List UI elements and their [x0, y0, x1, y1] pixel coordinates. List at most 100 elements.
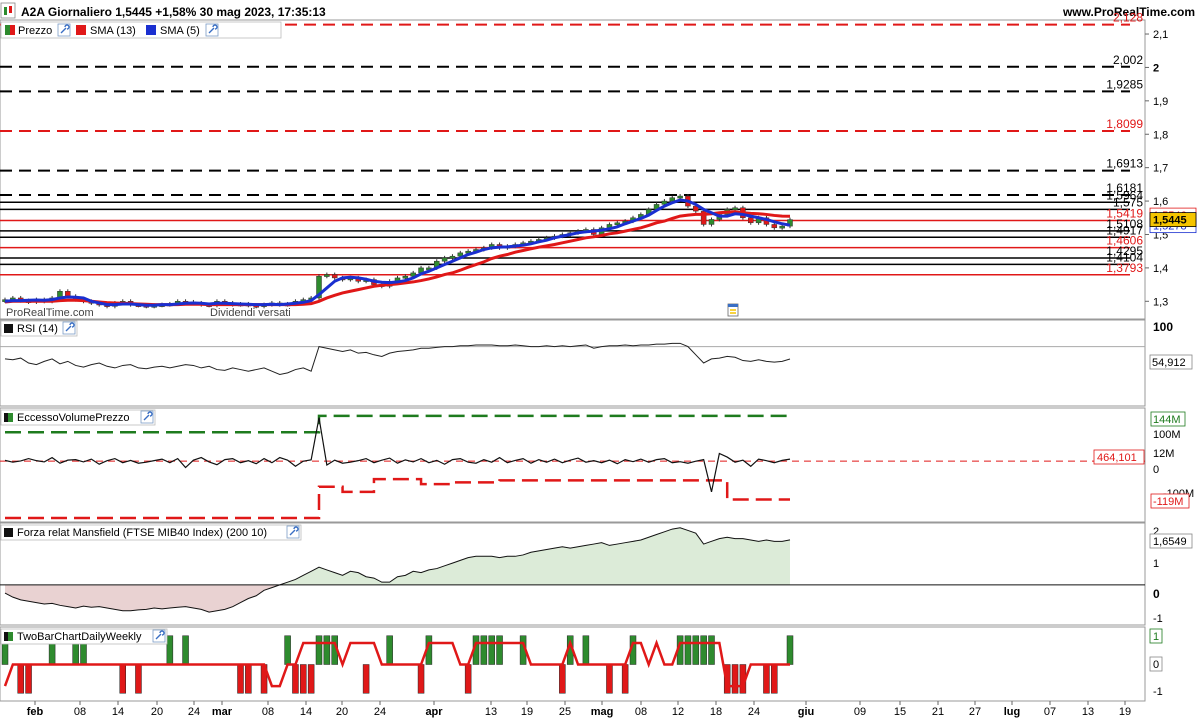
wrench-icon[interactable]: [57, 23, 71, 37]
sma13-swatch-icon: [76, 25, 86, 35]
twobar-bar: [480, 635, 488, 665]
volume-lower-band: [5, 477, 790, 520]
price-axis: 2,121,91,81,71,61,51,41,3: [1145, 29, 1168, 308]
dividend-note: Dividendi versati: [210, 307, 291, 319]
twobar-swatch-up-icon: [8, 632, 13, 641]
price-level-label: 1,9285: [1106, 77, 1143, 91]
legend-price: Prezzo: [18, 25, 52, 37]
legend-twobar: TwoBarChartDailyWeekly: [17, 631, 142, 643]
twobar-bar: [284, 635, 291, 665]
volume-tick: 100M: [1153, 429, 1181, 441]
candle-body: [708, 219, 715, 225]
mansfield-swatch-icon: [4, 528, 13, 537]
twobar-bar: [692, 635, 700, 665]
twobar-mid-value: 0: [1153, 659, 1159, 671]
twobar-bar: [307, 664, 315, 694]
x-axis-label: lug: [1004, 706, 1021, 718]
twobar-bar: [300, 664, 307, 694]
wrench-icon[interactable]: [205, 23, 219, 37]
twobar-bar: [315, 635, 323, 665]
last-price-tag: 1,5445: [1153, 215, 1187, 227]
volume-mid-value: 464,101: [1097, 452, 1137, 464]
price-axis-label: 1,8: [1153, 129, 1168, 141]
page-title: A2A Giornaliero 1,5445 +1,58% 30 mag 202…: [21, 5, 326, 19]
twobar-bar: [763, 664, 770, 694]
rsi-panel-frame: [0, 319, 1146, 407]
x-axis-label: 18: [710, 706, 722, 718]
rsi-tick: 100: [1153, 320, 1173, 334]
price-axis-label: 1,7: [1153, 163, 1168, 175]
candle-body: [324, 274, 330, 277]
app-logo-icon: [0, 2, 16, 19]
legend-sma5: SMA (5): [160, 25, 200, 37]
twobar-bar: [621, 664, 629, 694]
price-axis-label: 1,3: [1153, 296, 1168, 308]
twobar-bar: [417, 664, 425, 694]
volume-tick: 0: [1153, 464, 1159, 476]
candle-body: [614, 222, 621, 226]
candle-body: [748, 217, 754, 224]
price-level-label: 2,002: [1113, 53, 1143, 67]
price-axis-label: 1,6: [1153, 196, 1168, 208]
twobar-bar: [786, 635, 794, 665]
price-level-label: 1,8099: [1106, 117, 1143, 131]
x-axis-label: 14: [300, 706, 312, 718]
legend-rsi: RSI (14): [17, 323, 58, 335]
price-swatch-icon: [5, 25, 10, 35]
candle-body: [402, 275, 409, 279]
twobar-bar: [119, 664, 126, 694]
sma5-line: [4, 198, 791, 307]
x-axis-label: 08: [262, 706, 274, 718]
x-axis-label: giu: [798, 706, 815, 718]
price-level-label: 2,128: [1113, 11, 1143, 25]
rsi-swatch-icon: [4, 324, 13, 333]
x-axis-label: feb: [27, 706, 44, 718]
wrench-icon[interactable]: [152, 629, 166, 643]
twobar-bar: [700, 635, 707, 665]
volume-panel-frame: [0, 407, 1146, 523]
x-axis-label: 08: [635, 706, 647, 718]
wrench-icon[interactable]: [62, 321, 76, 335]
candles: [2, 194, 793, 309]
volume-bottom-value: -119M: [1153, 496, 1183, 508]
x-axis-label: 24: [374, 706, 386, 718]
twobar-bar: [166, 635, 174, 665]
wrench-icon[interactable]: [286, 525, 300, 539]
candle-body: [449, 255, 456, 259]
twobar-bar: [135, 664, 142, 694]
twobar-bar: [245, 664, 252, 694]
x-axis-label: mar: [212, 706, 233, 718]
x-axis-label: 25: [559, 706, 571, 718]
price-axis-label: 1,4: [1153, 263, 1168, 275]
price-tags: 1,55461,52781,5445: [1149, 207, 1197, 234]
twobar-bar: [684, 635, 692, 665]
mansfield-negative-area: [5, 584, 790, 613]
x-axis-label: 13: [485, 706, 497, 718]
mansfield-panel: Forza relat Mansfield (FTSE MIB40 Index)…: [0, 524, 1193, 625]
twobar-bar: [582, 635, 590, 665]
volume-bands: [5, 414, 790, 520]
candle-body: [677, 195, 683, 199]
x-axis-label: apr: [425, 706, 443, 718]
x-axis-label: 07: [1044, 706, 1056, 718]
x-axis-label: 24: [188, 706, 200, 718]
calendar-event-icon[interactable]: [727, 303, 739, 317]
x-axis-label: 19: [521, 706, 533, 718]
x-axis-label: 12: [672, 706, 684, 718]
price-swatch-down-icon: [10, 25, 15, 35]
twobar-bar: [496, 635, 503, 665]
sma5-swatch-icon: [146, 25, 156, 35]
twobar-bar: [17, 664, 24, 694]
twobar-panel: TwoBarChartDailyWeekly 1 0 -1: [0, 628, 1163, 698]
wrench-icon[interactable]: [140, 410, 154, 424]
x-axis-label: 14: [112, 706, 124, 718]
legend-mansfield: Forza relat Mansfield (FTSE MIB40 Index)…: [17, 527, 267, 539]
twobar-bar: [323, 635, 331, 665]
x-axis-label: 09: [854, 706, 866, 718]
candle-body: [732, 207, 738, 210]
mansfield-tick: -1: [1153, 613, 1163, 625]
twobar-bar: [488, 635, 495, 665]
price-level-label: 1,6913: [1106, 157, 1143, 171]
volume-top-value: 144M: [1153, 414, 1181, 426]
rsi-value: 54,912: [1152, 357, 1186, 369]
